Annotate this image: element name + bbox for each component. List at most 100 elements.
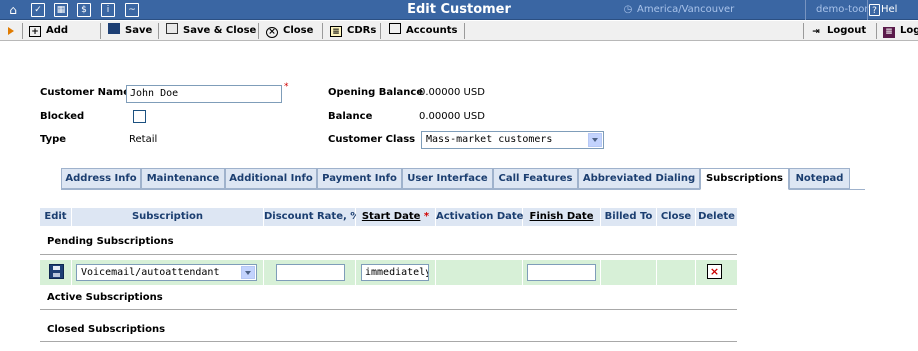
save-close-button[interactable]: Save & Close	[166, 21, 256, 41]
floppy-icon	[108, 23, 120, 34]
type-label: Type	[40, 134, 67, 145]
type-value: Retail	[129, 134, 158, 145]
customer-class-label: Customer Class	[328, 134, 416, 145]
tab-abbreviated-dialing[interactable]: Abbreviated Dialing	[578, 168, 700, 189]
row-cell	[436, 260, 522, 285]
chevron-down-icon	[588, 133, 602, 147]
tab-user-interface[interactable]: User Interface	[402, 168, 493, 189]
delete-icon[interactable]: ×	[707, 264, 722, 279]
start-date-sort-link[interactable]: Start Date	[362, 211, 421, 222]
chart-icon[interactable]: ~	[125, 3, 139, 17]
finish-date-sort-link[interactable]: Finish Date	[530, 211, 594, 222]
close-button[interactable]: × Close	[266, 21, 313, 41]
save-label: Save	[125, 25, 153, 36]
tab-notepad[interactable]: Notepad	[789, 168, 850, 189]
help-link[interactable]: Hel	[881, 4, 897, 15]
accounts-button[interactable]: Accounts	[389, 21, 457, 41]
close-icon: ×	[266, 27, 278, 38]
log-icon: ≡	[883, 27, 895, 38]
tab-call-features[interactable]: Call Features	[493, 168, 578, 189]
section-divider	[40, 341, 737, 342]
divider	[322, 23, 323, 39]
add-button[interactable]: + Add	[29, 21, 68, 41]
pending-subscriptions-title: Pending Subscriptions	[47, 236, 174, 247]
title-bar: ⌂ ✓ ▦ $ i ~ Edit Customer ◷ America/Vanc…	[0, 0, 918, 20]
divider	[876, 23, 877, 39]
active-subscriptions-title: Active Subscriptions	[47, 292, 163, 303]
save-close-label: Save & Close	[183, 25, 257, 36]
checkbox-icon[interactable]: ✓	[31, 3, 45, 17]
logout-label: Logout	[827, 25, 867, 36]
accounts-icon	[389, 23, 401, 34]
help-icon[interactable]: ?	[869, 4, 880, 16]
divider	[158, 23, 159, 39]
balance-label: Balance	[328, 111, 373, 122]
cdrs-label: CDRs	[347, 25, 377, 36]
row-cell	[657, 260, 695, 285]
plus-icon: +	[29, 26, 41, 37]
log-button[interactable]: ≡ Log	[883, 21, 918, 41]
col-billed-to: Billed To	[601, 208, 656, 226]
discount-rate-input[interactable]	[276, 264, 345, 281]
row-cell	[601, 260, 656, 285]
chevron-down-icon	[241, 266, 255, 279]
save-button[interactable]: Save	[108, 21, 152, 41]
info-icon[interactable]: i	[101, 3, 115, 17]
balance-value: 0.00000 USD	[419, 111, 485, 122]
col-subscription: Subscription	[72, 208, 263, 226]
customer-name-input[interactable]: John Doe	[126, 85, 282, 103]
clock-icon: ◷	[623, 4, 633, 15]
logout-icon: ⇥	[812, 27, 820, 37]
divider	[22, 23, 23, 39]
blocked-label: Blocked	[40, 111, 85, 122]
divider	[867, 0, 868, 20]
tab-maintenance[interactable]: Maintenance	[141, 168, 225, 189]
divider	[803, 23, 804, 39]
start-date-input[interactable]: immediately	[361, 264, 429, 281]
tab-payment-info[interactable]: Payment Info	[317, 168, 402, 189]
dollar-icon[interactable]: $	[77, 3, 91, 17]
calculator-icon[interactable]: ▦	[54, 3, 68, 17]
tab-subscriptions[interactable]: Subscriptions	[700, 168, 789, 190]
closed-subscriptions-title: Closed Subscriptions	[47, 324, 166, 335]
divider	[805, 0, 806, 20]
required-marker: *	[420, 211, 430, 222]
finish-date-input[interactable]	[527, 264, 596, 281]
customer-name-label: Customer Name	[40, 87, 130, 98]
tab-additional-info[interactable]: Additional Info	[225, 168, 317, 189]
col-activation-date: Activation Date	[436, 208, 523, 226]
section-divider	[40, 309, 737, 310]
divider	[464, 23, 465, 39]
opening-balance-label: Opening Balance	[328, 87, 424, 98]
list-icon: ≡	[330, 26, 342, 37]
blocked-checkbox[interactable]	[133, 110, 146, 123]
close-label: Close	[283, 25, 314, 36]
customer-class-select[interactable]: Mass-market customers	[421, 131, 604, 149]
logout-button[interactable]: ⇥ Logout	[810, 21, 866, 41]
timezone-link[interactable]: America/Vancouver	[637, 4, 734, 15]
arrow-icon	[8, 27, 14, 35]
username-link[interactable]: demo-toor	[816, 4, 868, 15]
divider	[100, 23, 101, 39]
add-label: Add	[46, 25, 69, 36]
col-start-date[interactable]: Start Date *	[356, 208, 435, 226]
customer-class-value: Mass-market customers	[426, 134, 553, 145]
toolbar: + Add Save Save & Close × Close ≡ CDRs Acco…	[0, 21, 918, 41]
col-discount-rate: Discount Rate, %	[264, 208, 360, 226]
required-marker: *	[284, 82, 289, 92]
col-finish-date[interactable]: Finish Date	[523, 208, 600, 226]
subscription-value: Voicemail/autoattendant	[81, 267, 220, 278]
col-edit: Edit	[40, 208, 71, 226]
floppy-close-icon	[166, 23, 178, 34]
opening-balance-value: 0.00000 USD	[419, 87, 485, 98]
cdrs-button[interactable]: ≡ CDRs	[330, 21, 376, 41]
tab-address-info[interactable]: Address Info	[61, 168, 141, 189]
col-close: Close	[657, 208, 695, 226]
divider	[258, 23, 259, 39]
subscription-select[interactable]: Voicemail/autoattendant	[76, 264, 257, 281]
col-delete: Delete	[696, 208, 737, 226]
section-divider	[40, 254, 737, 255]
save-row-icon[interactable]	[49, 264, 64, 279]
accounts-label: Accounts	[406, 25, 458, 36]
home-icon[interactable]: ⌂	[6, 3, 20, 17]
